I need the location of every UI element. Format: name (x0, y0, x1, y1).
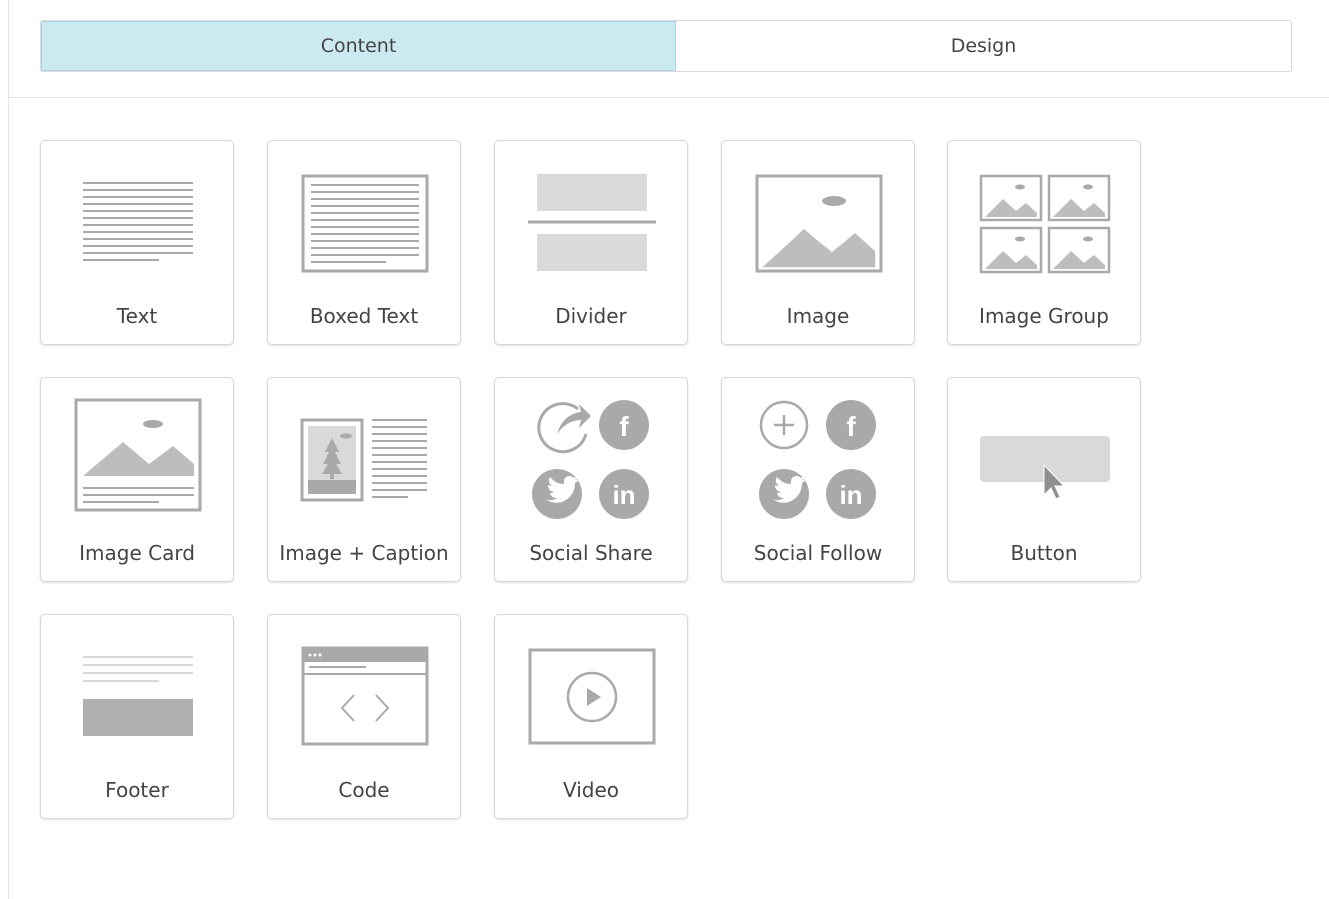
block-divider[interactable]: Divider (494, 140, 688, 345)
block-label: Code (338, 778, 390, 802)
block-label: Image (786, 304, 850, 328)
header-divider (8, 97, 1329, 98)
block-video[interactable]: Video (494, 614, 688, 819)
block-label: Boxed Text (309, 304, 419, 328)
video-icon (528, 648, 656, 745)
block-social-follow[interactable]: f in Social Follow (721, 377, 915, 582)
block-label: Image Card (79, 541, 195, 565)
block-image-caption[interactable]: Image + Caption (267, 377, 461, 582)
block-label: Divider (555, 304, 627, 328)
block-label: Footer (105, 778, 169, 802)
boxed-text-icon (301, 174, 429, 273)
block-code[interactable]: Code (267, 614, 461, 819)
social-follow-icon: f in (759, 400, 876, 519)
block-text[interactable]: Text (40, 140, 234, 345)
image-caption-icon (300, 418, 427, 502)
image-group-icon (979, 174, 1111, 274)
block-label: Video (562, 778, 620, 802)
code-icon (301, 646, 429, 746)
image-icon (755, 174, 883, 273)
text-icon (83, 182, 193, 261)
block-image[interactable]: Image (721, 140, 915, 345)
block-social-share[interactable]: f in Social Share (494, 377, 688, 582)
block-label: Button (1010, 541, 1078, 565)
block-button[interactable]: Button (947, 377, 1141, 582)
block-label: Text (116, 304, 158, 328)
tab-content[interactable]: Content (41, 21, 676, 71)
block-label: Image Group (979, 304, 1109, 328)
block-image-card[interactable]: Image Card (40, 377, 234, 582)
left-divider (8, 0, 9, 899)
svg-text:f: f (846, 411, 856, 442)
svg-text:f: f (619, 411, 629, 442)
divider-icon (528, 174, 656, 271)
tab-bar: Content Design (40, 20, 1292, 72)
block-label: Image + Caption (279, 541, 449, 565)
image-card-icon (74, 398, 202, 512)
block-image-group[interactable]: Image Group (947, 140, 1141, 345)
block-footer[interactable]: Footer (40, 614, 234, 819)
block-label: Social Share (529, 541, 653, 565)
button-icon (980, 436, 1110, 500)
social-share-icon: f in (532, 400, 649, 519)
block-boxed-text[interactable]: Boxed Text (267, 140, 461, 345)
block-label: Social Follow (753, 541, 883, 565)
tab-design[interactable]: Design (676, 21, 1291, 71)
svg-text:in: in (839, 480, 862, 510)
svg-text:in: in (612, 480, 635, 510)
footer-icon (83, 656, 193, 736)
